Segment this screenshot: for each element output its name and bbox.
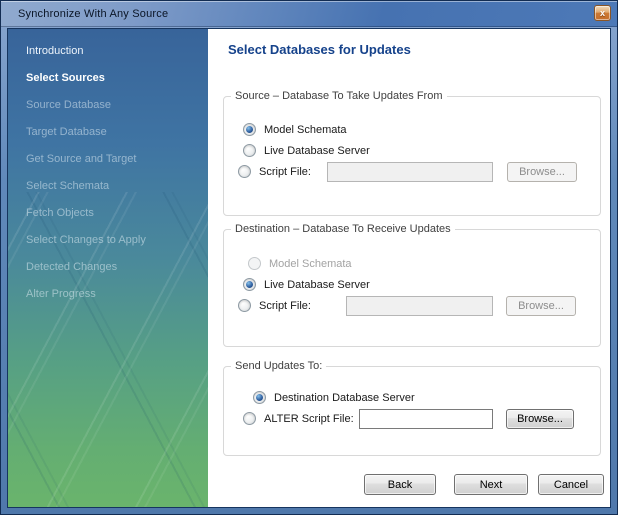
radio-destination-database-server[interactable] — [253, 391, 266, 404]
radio-source-model-schemata-label[interactable]: Model Schemata — [264, 124, 347, 136]
group-source-title: Source – Database To Take Updates From — [231, 90, 447, 102]
radio-alter-script-file[interactable] — [243, 412, 256, 425]
back-button[interactable]: Back — [364, 474, 436, 495]
step-fetch-objects: Fetch Objects — [8, 200, 208, 227]
radio-destination-live-database-server[interactable] — [243, 278, 256, 291]
main-panel: Select Databases for Updates Source – Da… — [208, 29, 610, 507]
next-button[interactable]: Next — [454, 474, 528, 495]
step-select-schemata: Select Schemata — [8, 173, 208, 200]
destination-browse-button: Browse... — [506, 296, 576, 316]
radio-destination-database-server-label[interactable]: Destination Database Server — [274, 392, 415, 404]
step-introduction: Introduction — [8, 38, 208, 65]
step-source-database: Source Database — [8, 92, 208, 119]
wizard-window: Synchronize With Any Source x Introducti… — [0, 0, 618, 515]
step-list: Introduction Select Sources Source Datab… — [8, 29, 208, 308]
radio-source-script-file[interactable] — [238, 165, 251, 178]
group-destination-title: Destination – Database To Receive Update… — [231, 223, 455, 235]
radio-source-live-database-server-label[interactable]: Live Database Server — [264, 145, 370, 157]
wizard-button-bar: Back Next Cancel — [208, 474, 604, 495]
step-target-database: Target Database — [8, 119, 208, 146]
radio-destination-live-database-server-label[interactable]: Live Database Server — [264, 279, 370, 291]
radio-destination-model-schemata-label: Model Schemata — [269, 258, 352, 270]
group-destination: Destination – Database To Receive Update… — [223, 229, 601, 347]
source-browse-button: Browse... — [507, 162, 577, 182]
title-bar: Synchronize With Any Source x — [1, 1, 617, 27]
step-alter-progress: Alter Progress — [8, 281, 208, 308]
group-send-updates-to: Send Updates To: Destination Database Se… — [223, 366, 601, 456]
destination-script-file-input — [346, 296, 493, 316]
close-icon: x — [600, 9, 605, 18]
radio-source-script-file-label[interactable]: Script File: — [259, 166, 327, 178]
radio-destination-script-file-label[interactable]: Script File: — [259, 300, 346, 312]
source-script-file-input — [327, 162, 493, 182]
group-send-updates-to-title: Send Updates To: — [231, 360, 326, 372]
step-detected-changes: Detected Changes — [8, 254, 208, 281]
radio-source-model-schemata[interactable] — [243, 123, 256, 136]
window-title: Synchronize With Any Source — [18, 8, 168, 20]
wizard-steps-sidebar: Introduction Select Sources Source Datab… — [8, 29, 208, 507]
radio-destination-model-schemata — [248, 257, 261, 270]
page-title: Select Databases for Updates — [228, 42, 610, 57]
step-get-source-and-target: Get Source and Target — [8, 146, 208, 173]
radio-alter-script-file-label[interactable]: ALTER Script File: — [264, 413, 359, 425]
step-select-changes-to-apply: Select Changes to Apply — [8, 227, 208, 254]
alter-script-file-input[interactable] — [359, 409, 493, 429]
alter-browse-button[interactable]: Browse... — [506, 409, 574, 429]
radio-source-live-database-server[interactable] — [243, 144, 256, 157]
step-select-sources: Select Sources — [8, 65, 208, 92]
close-button[interactable]: x — [594, 5, 611, 21]
client-area: Introduction Select Sources Source Datab… — [7, 28, 611, 508]
cancel-button[interactable]: Cancel — [538, 474, 604, 495]
radio-destination-script-file[interactable] — [238, 299, 251, 312]
group-source: Source – Database To Take Updates From M… — [223, 96, 601, 216]
